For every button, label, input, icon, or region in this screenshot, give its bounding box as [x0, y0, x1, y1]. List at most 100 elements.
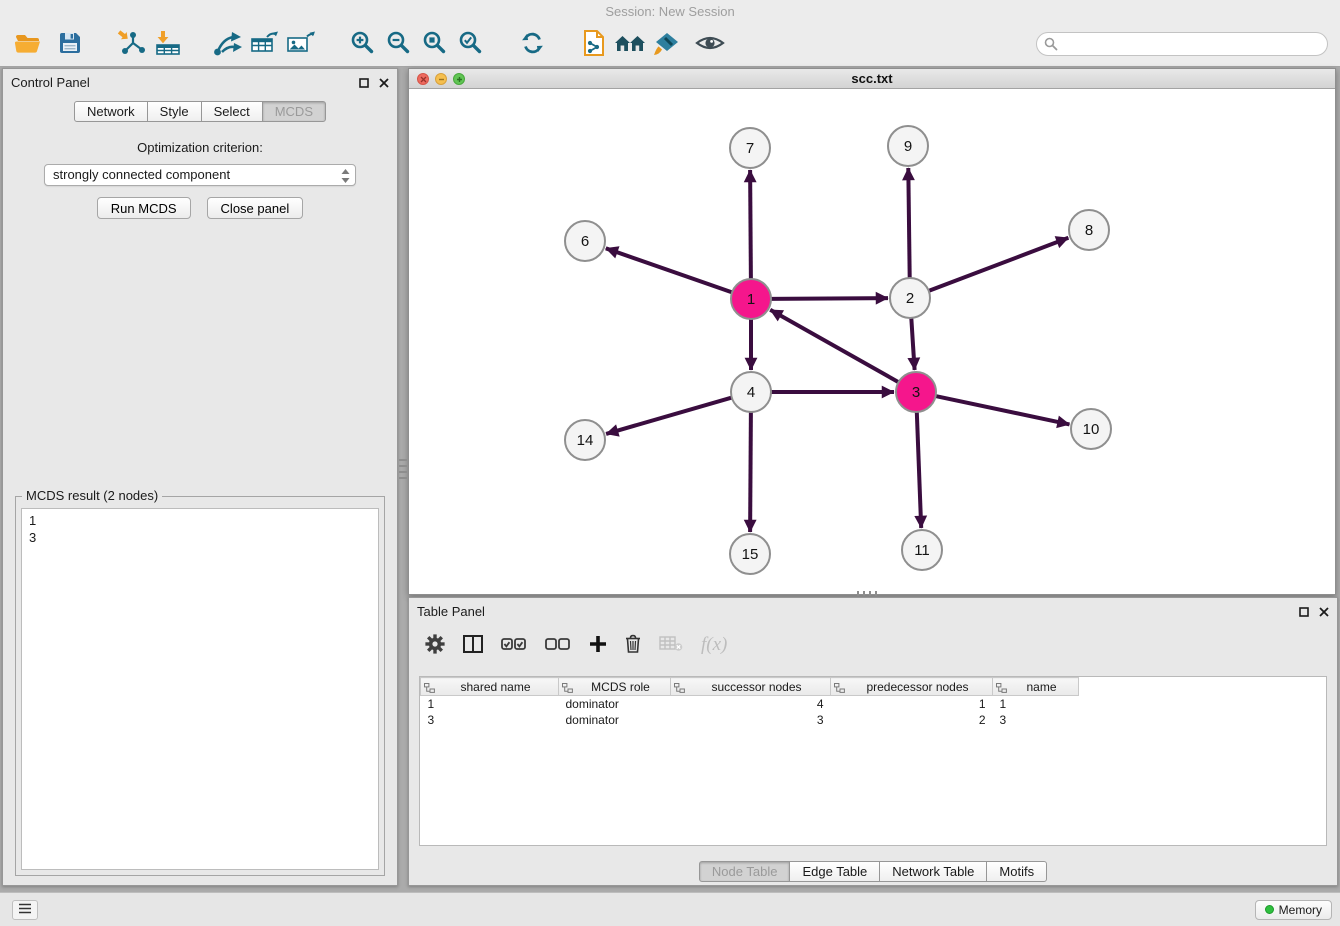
- graph-edge-1-2[interactable]: [771, 298, 888, 299]
- cell-shared-name[interactable]: 3: [421, 712, 559, 728]
- network-graph: 7 9 6 8 1 2 4 3 14 10 15 11: [409, 89, 1335, 594]
- new-network-button[interactable]: [210, 26, 246, 62]
- cell-name[interactable]: 3: [993, 712, 1079, 728]
- graph-node-7[interactable]: 7: [730, 128, 770, 168]
- column-header-name[interactable]: name: [993, 678, 1079, 696]
- tab-edge-table[interactable]: Edge Table: [789, 861, 880, 882]
- graph-edge-4-14[interactable]: [606, 398, 732, 434]
- cell-shared-name[interactable]: 1: [421, 696, 559, 712]
- memory-button[interactable]: Memory: [1255, 900, 1332, 920]
- column-header-predecessor-nodes[interactable]: predecessor nodes: [831, 678, 993, 696]
- graph-edge-2-3[interactable]: [911, 318, 914, 370]
- graph-node-6[interactable]: 6: [565, 221, 605, 261]
- tab-style[interactable]: Style: [147, 101, 202, 122]
- deselect-all-button[interactable]: [545, 636, 571, 655]
- table-row[interactable]: 3dominator323: [421, 712, 1079, 728]
- column-header-shared-name[interactable]: shared name: [421, 678, 559, 696]
- column-header-successor-nodes[interactable]: successor nodes: [671, 678, 831, 696]
- tab-mcds[interactable]: MCDS: [262, 101, 326, 122]
- graph-node-9[interactable]: 9: [888, 126, 928, 166]
- tab-motifs[interactable]: Motifs: [986, 861, 1047, 882]
- search-input[interactable]: [1036, 32, 1328, 56]
- open-session-button[interactable]: [10, 26, 46, 62]
- float-panel-icon[interactable]: [1299, 605, 1309, 620]
- status-menu-button[interactable]: [12, 900, 38, 920]
- graph-node-8[interactable]: 8: [1069, 210, 1109, 250]
- maximize-window-icon[interactable]: [453, 73, 465, 85]
- zoom-selected-button[interactable]: [452, 26, 488, 62]
- import-table-icon: [153, 30, 183, 59]
- graph-edge-3-11[interactable]: [917, 412, 921, 528]
- float-panel-icon[interactable]: [359, 76, 369, 91]
- graph-node-15[interactable]: 15: [730, 534, 770, 574]
- delete-column-button[interactable]: [625, 634, 641, 656]
- network-canvas[interactable]: 7 9 6 8 1 2 4 3 14 10 15 11: [409, 89, 1335, 594]
- svg-text:4: 4: [747, 384, 755, 401]
- column-header-MCDS-role[interactable]: MCDS role: [559, 678, 671, 696]
- zoom-fit-icon: [422, 30, 447, 58]
- table-row[interactable]: 1dominator411: [421, 696, 1079, 712]
- cell-predecessor-nodes[interactable]: 1: [831, 696, 993, 712]
- tab-network-table[interactable]: Network Table: [879, 861, 987, 882]
- graph-edge-3-10[interactable]: [936, 396, 1070, 424]
- import-network-button[interactable]: [114, 26, 150, 62]
- zoom-fit-button[interactable]: [416, 26, 452, 62]
- graph-edge-1-7[interactable]: [750, 170, 751, 279]
- run-mcds-button[interactable]: Run MCDS: [97, 197, 191, 219]
- select-all-button[interactable]: [501, 636, 527, 655]
- mcds-result-list[interactable]: 1 3: [21, 508, 379, 870]
- graph-node-10[interactable]: 10: [1071, 409, 1111, 449]
- graph-edge-2-8[interactable]: [929, 238, 1069, 291]
- graph-edge-1-6[interactable]: [606, 248, 732, 292]
- export-table-button[interactable]: [246, 26, 282, 62]
- cell-predecessor-nodes[interactable]: 2: [831, 712, 993, 728]
- graph-edge-4-15[interactable]: [750, 412, 751, 532]
- graph-node-2[interactable]: 2: [890, 278, 930, 318]
- tab-node-table[interactable]: Node Table: [699, 861, 791, 882]
- neighbors-button[interactable]: [612, 26, 648, 62]
- cell-successor-nodes[interactable]: 4: [671, 696, 831, 712]
- zoom-in-button[interactable]: [344, 26, 380, 62]
- column-sort-icon: [834, 682, 845, 696]
- import-table-button[interactable]: [150, 26, 186, 62]
- window-title: Session: New Session: [605, 4, 734, 19]
- minimize-window-icon[interactable]: [435, 73, 447, 85]
- graph-node-4[interactable]: 4: [731, 372, 771, 412]
- network-document-button[interactable]: [576, 26, 612, 62]
- apply-style-button[interactable]: [648, 26, 684, 62]
- network-window-titlebar[interactable]: scc.txt: [409, 69, 1335, 89]
- show-columns-button[interactable]: [463, 635, 483, 656]
- criterion-select[interactable]: strongly connected component: [44, 164, 356, 186]
- cell-successor-nodes[interactable]: 3: [671, 712, 831, 728]
- save-session-button[interactable]: [52, 26, 88, 62]
- close-panel-icon[interactable]: [379, 76, 389, 91]
- refresh-layout-button[interactable]: [514, 26, 550, 62]
- graph-node-11[interactable]: 11: [902, 530, 942, 570]
- network-window: scc.txt 7 9 6 8 1 2 4 3 14 10 15 11: [408, 68, 1336, 595]
- tab-network[interactable]: Network: [74, 101, 148, 122]
- table-settings-button[interactable]: [425, 634, 445, 657]
- zoom-out-button[interactable]: [380, 26, 416, 62]
- graph-node-3[interactable]: 3: [896, 372, 936, 412]
- export-image-button[interactable]: [282, 26, 318, 62]
- graph-node-1[interactable]: 1: [731, 279, 771, 319]
- table-panel-header: Table Panel: [409, 598, 1337, 624]
- table-toolbar: f(x): [425, 626, 727, 664]
- graph-node-14[interactable]: 14: [565, 420, 605, 460]
- horizontal-splitter-handle[interactable]: [857, 591, 879, 596]
- cell-name[interactable]: 1: [993, 696, 1079, 712]
- vertical-splitter-handle[interactable]: [399, 459, 407, 481]
- close-panel-icon[interactable]: [1319, 605, 1329, 620]
- tab-select[interactable]: Select: [201, 101, 263, 122]
- style-brush-icon: [652, 30, 680, 59]
- cell-MCDS-role[interactable]: dominator: [559, 712, 671, 728]
- delete-table-button-disabled: [659, 636, 683, 655]
- show-details-button[interactable]: [692, 26, 728, 62]
- graph-edge-3-1[interactable]: [770, 310, 898, 382]
- close-window-icon[interactable]: [417, 73, 429, 85]
- graph-edge-2-9[interactable]: [908, 168, 909, 278]
- add-column-button[interactable]: [589, 635, 607, 656]
- close-panel-button[interactable]: Close panel: [207, 197, 304, 219]
- cell-MCDS-role[interactable]: dominator: [559, 696, 671, 712]
- memory-status-icon: [1265, 905, 1274, 914]
